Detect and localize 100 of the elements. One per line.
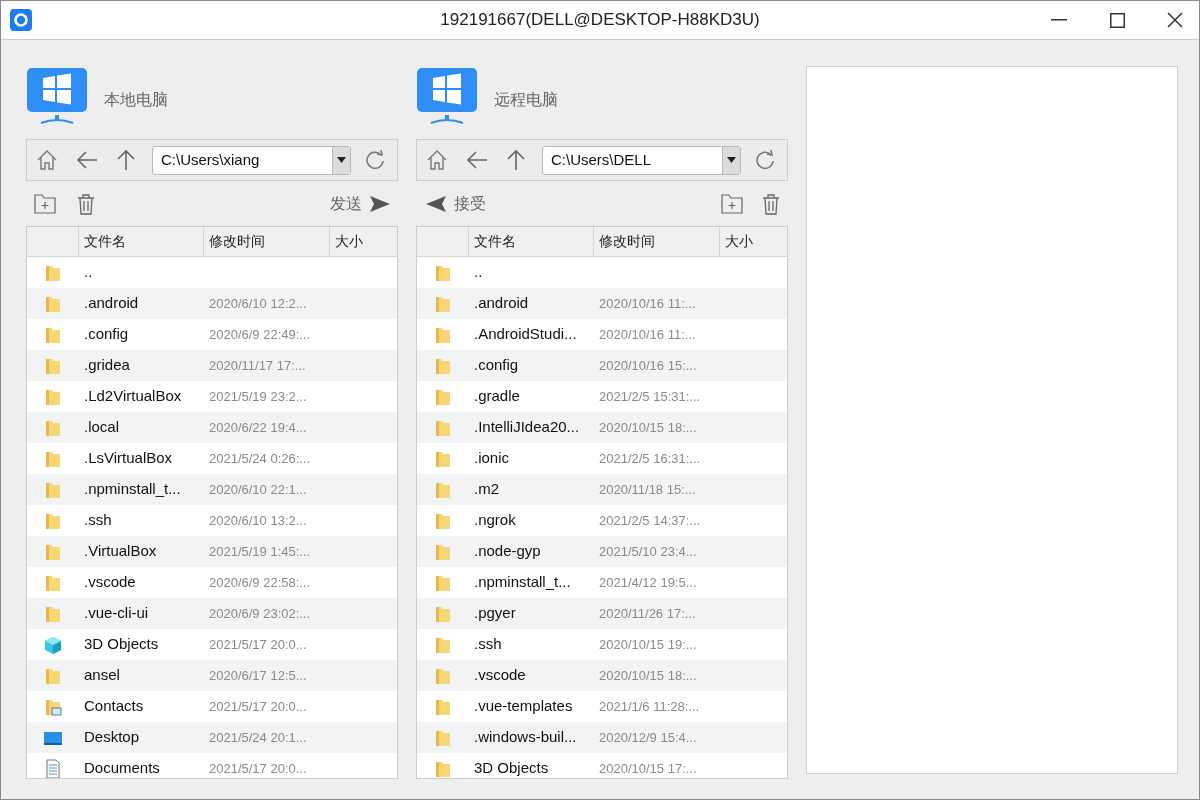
modified-time: 2020/11/17 17:... (208, 356, 307, 375)
receive-button[interactable]: 接受 (426, 192, 486, 216)
modified-time: 2020/10/15 17:... (598, 759, 698, 778)
new-folder-icon[interactable] (721, 194, 743, 214)
refresh-icon[interactable] (365, 150, 385, 170)
path-dropdown[interactable]: C:\Users\DELL (542, 145, 741, 175)
modified-time: 2021/5/10 23:4... (598, 542, 698, 561)
modified-time: 2020/11/18 15:... (598, 480, 697, 499)
modified-time: 2020/10/16 11:... (598, 294, 697, 313)
modified-time: 2020/10/16 15:... (598, 356, 698, 375)
modified-time: 2020/6/22 19:4... (208, 418, 308, 437)
file-row[interactable]: .android 2020/10/16 11:... (417, 288, 787, 319)
file-row[interactable]: .m2 2020/11/18 15:... (417, 474, 787, 505)
modified-time: 2020/6/9 22:58:... (208, 573, 312, 592)
modified-time: 2021/2/5 15:31:... (598, 387, 702, 406)
trash-icon[interactable] (762, 193, 780, 215)
file-name: .windows-buil... (473, 727, 578, 748)
file-row[interactable]: .windows-buil... 2020/12/9 15:4... (417, 722, 787, 753)
file-row[interactable]: .local 2020/6/22 19:4... (27, 412, 397, 443)
modified-time: 2021/4/12 19:5... (598, 573, 698, 592)
computer-icon (27, 68, 87, 126)
modified-time: 2021/5/17 20:0... (208, 759, 308, 778)
file-name: .ngrok (473, 510, 517, 531)
modified-time: 2020/10/15 18:... (598, 418, 698, 437)
column-header[interactable]: 文件名 (469, 227, 594, 256)
modified-time: 2021/5/19 23:2... (208, 387, 308, 406)
file-name: .IntelliJIdea20... (473, 417, 581, 438)
file-row[interactable]: .config 2020/10/16 15:... (417, 350, 787, 381)
dropdown-caret-icon[interactable] (337, 157, 346, 163)
new-folder-icon[interactable] (34, 194, 56, 214)
modified-time: 2020/6/9 23:02:... (208, 604, 312, 623)
path-dropdown[interactable]: C:\Users\xiang (152, 145, 351, 175)
file-name: .. (473, 262, 484, 283)
column-header[interactable]: 修改时间 (594, 227, 720, 256)
file-name: Contacts (83, 696, 145, 717)
file-row[interactable]: .VirtualBox 2021/5/19 1:45:... (27, 536, 397, 567)
modified-time: 2021/2/5 14:37:... (598, 511, 702, 530)
cube-icon (43, 634, 63, 655)
column-header[interactable]: 文件名 (79, 227, 204, 256)
file-name: 3D Objects (473, 758, 550, 778)
file-row[interactable]: .vscode 2020/10/15 18:... (417, 660, 787, 691)
trash-icon[interactable] (77, 193, 95, 215)
send-button[interactable]: 发送 (330, 192, 390, 216)
modified-time: 2020/6/10 13:2... (208, 511, 308, 530)
file-name: .LsVirtualBox (83, 448, 174, 469)
modified-time: 2021/5/17 20:0... (208, 697, 308, 716)
file-name: .ionic (473, 448, 511, 469)
modified-time: 2020/10/15 18:... (598, 666, 698, 685)
home-icon[interactable] (427, 149, 447, 171)
file-row[interactable]: .node-gyp 2021/5/10 23:4... (417, 536, 787, 567)
file-name: .ssh (473, 634, 503, 655)
panel-title: 本地电脑 (104, 90, 168, 110)
file-name: .local (83, 417, 121, 438)
file-row[interactable]: .android 2020/6/10 12:2... (27, 288, 397, 319)
back-arrow-icon[interactable] (76, 150, 98, 170)
file-row[interactable]: .gridea 2020/11/17 17:... (27, 350, 397, 381)
modified-time: 2020/11/26 17:... (598, 604, 697, 623)
modified-time: 2020/6/10 12:2... (208, 294, 308, 313)
column-header[interactable]: 修改时间 (204, 227, 330, 256)
modified-time: 2021/5/24 0:26:... (208, 449, 312, 468)
up-arrow-icon[interactable] (506, 149, 526, 171)
up-arrow-icon[interactable] (116, 149, 136, 171)
file-row[interactable]: .IntelliJIdea20... 2020/10/15 18:... (417, 412, 787, 443)
file-name: .vscode (83, 572, 137, 593)
file-row[interactable]: .npminstall_t... 2020/6/10 22:1... (27, 474, 397, 505)
back-arrow-icon[interactable] (466, 150, 488, 170)
modified-time: 2020/6/17 12:5... (208, 666, 308, 685)
file-name: .m2 (473, 479, 500, 500)
file-name: .android (83, 293, 140, 314)
column-header[interactable]: 大小 (720, 227, 787, 256)
file-name: .gradle (473, 386, 521, 407)
modified-time: 2021/1/6 11:28:... (598, 697, 701, 716)
file-name: Documents (83, 758, 161, 778)
file-name: 3D Objects (83, 634, 160, 655)
computer-icon (417, 68, 477, 126)
modified-time: 2020/10/16 11:... (598, 325, 697, 344)
modified-time: 2020/12/9 15:4... (598, 728, 698, 747)
file-row[interactable]: ansel 2020/6/17 12:5... (27, 660, 397, 691)
file-row[interactable]: .pgyer 2020/11/26 17:... (417, 598, 787, 629)
file-name: .config (473, 355, 520, 376)
refresh-icon[interactable] (755, 150, 775, 170)
file-row[interactable]: .vue-cli-ui 2020/6/9 23:02:... (27, 598, 397, 629)
modified-time: 2021/5/17 20:0... (208, 635, 308, 654)
close-icon (1167, 12, 1183, 28)
file-name: .ssh (83, 510, 113, 531)
file-name: .vscode (473, 665, 527, 686)
dropdown-caret-icon[interactable] (727, 157, 736, 163)
file-name: .Ld2VirtualBox (83, 386, 183, 407)
home-icon[interactable] (37, 149, 57, 171)
file-name: .npminstall_t... (473, 572, 572, 593)
file-row[interactable]: Desktop 2021/5/24 20:1... (27, 722, 397, 753)
file-name: .VirtualBox (83, 541, 158, 562)
file-name: .vue-templates (473, 696, 574, 717)
file-name: Desktop (83, 727, 141, 748)
file-name: .vue-cli-ui (83, 603, 150, 624)
column-header[interactable]: 大小 (330, 227, 397, 256)
panel-title: 远程电脑 (494, 90, 558, 110)
window-title: 192191667(DELL@DESKTOP-H88KD3U) (439, 9, 761, 32)
modified-time: 2021/2/5 16:31:... (598, 449, 702, 468)
file-name: ansel (83, 665, 121, 686)
